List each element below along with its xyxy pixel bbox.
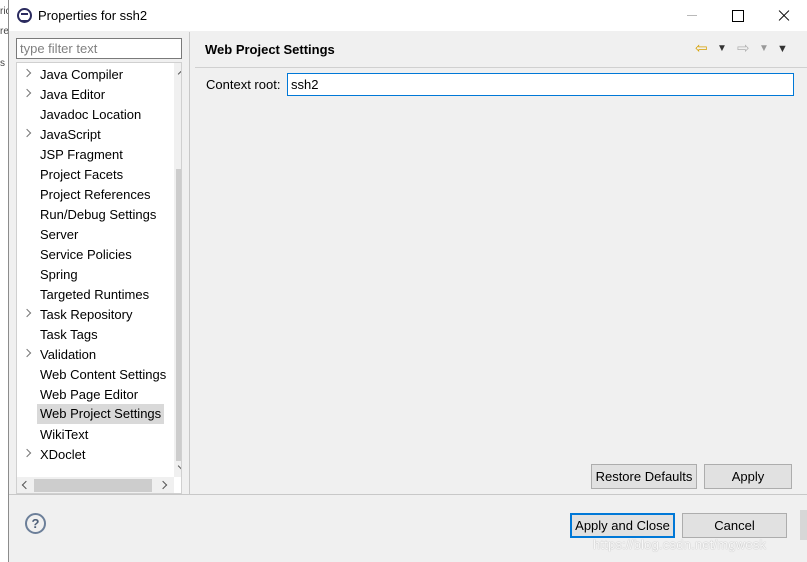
tree-item-label: Validation: [40, 347, 97, 362]
context-root-input[interactable]: [287, 73, 794, 96]
page-title: Web Project Settings: [205, 42, 335, 57]
maximize-button[interactable]: [715, 0, 761, 31]
scroll-down-icon[interactable]: [177, 461, 181, 471]
tree-item-label: WikiText: [40, 427, 89, 442]
expand-chevron-icon[interactable]: [22, 68, 32, 78]
properties-dialog: Properties for ssh2 Java Compiler Java Ed…: [8, 0, 807, 562]
window-edge-strip: [800, 510, 807, 540]
tree-item[interactable]: Service Policies: [17, 244, 175, 264]
tree-item-label: Task Tags: [40, 327, 98, 342]
tree-item-label: Web Page Editor: [40, 387, 139, 402]
background-window-edge: ric re s: [0, 0, 11, 562]
hscroll-thumb[interactable]: [34, 479, 152, 492]
close-button[interactable]: [761, 0, 807, 31]
filter-input[interactable]: [16, 38, 182, 59]
tree-item[interactable]: Server: [17, 224, 175, 244]
preference-tree: Java Compiler Java Editor Javadoc Location…: [16, 62, 182, 494]
tree-item-label: Service Policies: [40, 247, 132, 262]
tree-item[interactable]: JavaScript: [17, 124, 175, 144]
tree-item[interactable]: JSP Fragment: [17, 144, 175, 164]
forward-arrow-icon[interactable]: ⇨: [737, 40, 750, 58]
scroll-left-icon[interactable]: [21, 480, 31, 490]
tree-item-label: Spring: [40, 267, 78, 282]
tree-item-label: Server: [40, 227, 79, 242]
scroll-up-icon[interactable]: [177, 69, 181, 79]
expand-chevron-icon[interactable]: [22, 128, 32, 138]
tree-item-label: Task Repository: [40, 307, 133, 322]
window-title: Properties for ssh2: [38, 8, 148, 23]
tree-vertical-scrollbar[interactable]: [174, 63, 181, 477]
apply-button[interactable]: Apply: [704, 464, 792, 489]
tree-item-label: Project References: [40, 187, 151, 202]
expand-chevron-icon[interactable]: [22, 448, 32, 458]
title-bar[interactable]: Properties for ssh2: [9, 0, 807, 31]
tree-item[interactable]: Targeted Runtimes: [17, 284, 175, 304]
tree-item[interactable]: Web Project Settings: [17, 404, 175, 424]
back-dropdown-icon[interactable]: ▼: [717, 40, 727, 58]
tree-item-label: XDoclet: [40, 447, 86, 462]
page-nav-toolbar: ⇦ ▼ ⇨ ▼ ▼: [695, 40, 795, 58]
help-icon[interactable]: ?: [25, 513, 46, 534]
tree-item-label: Web Project Settings: [37, 404, 165, 424]
tree-item[interactable]: Run/Debug Settings: [17, 204, 175, 224]
tree-item[interactable]: Project Facets: [17, 164, 175, 184]
tree-item[interactable]: WikiText: [17, 424, 175, 444]
tree-item[interactable]: Project References: [17, 184, 175, 204]
tree-item-label: JSP Fragment: [40, 147, 123, 162]
view-menu-icon[interactable]: ▼: [777, 40, 788, 58]
tree-item[interactable]: Task Tags: [17, 324, 175, 344]
tree-item[interactable]: Task Repository: [17, 304, 175, 324]
cancel-button[interactable]: Cancel: [682, 513, 787, 538]
scroll-thumb[interactable]: [176, 169, 181, 461]
expand-chevron-icon[interactable]: [22, 308, 32, 318]
tree-item-label: Java Compiler: [40, 67, 124, 82]
tree-horizontal-scrollbar[interactable]: [17, 477, 174, 493]
watermark-text: https://blog.csdn.net/mgwesk: [593, 537, 767, 552]
scroll-right-icon[interactable]: [158, 480, 168, 490]
tree-item[interactable]: Validation: [17, 344, 175, 364]
tree-item[interactable]: Web Page Editor: [17, 384, 175, 404]
tree-item[interactable]: Java Editor: [17, 84, 175, 104]
restore-defaults-button[interactable]: Restore Defaults: [591, 464, 697, 489]
tree-item[interactable]: Javadoc Location: [17, 104, 175, 124]
tree-item-label: Project Facets: [40, 167, 124, 182]
tree-item-label: Web Content Settings: [40, 367, 167, 382]
splitter-sash[interactable]: [189, 32, 192, 494]
forward-dropdown-icon[interactable]: ▼: [759, 40, 769, 58]
tree-item-label: Targeted Runtimes: [40, 287, 150, 302]
expand-chevron-icon[interactable]: [22, 88, 32, 98]
back-arrow-icon[interactable]: ⇦: [695, 40, 708, 58]
tree-item[interactable]: XDoclet: [17, 444, 175, 464]
tree-item[interactable]: Web Content Settings: [17, 364, 175, 384]
tree-item-label: JavaScript: [40, 127, 101, 142]
tree-item[interactable]: Spring: [17, 264, 175, 284]
page-title-divider: [195, 67, 807, 68]
button-bar-divider: [9, 494, 807, 495]
eclipse-app-icon: [17, 8, 32, 23]
apply-and-close-button[interactable]: Apply and Close: [570, 513, 675, 538]
expand-chevron-icon[interactable]: [22, 348, 32, 358]
tree-item-label: Javadoc Location: [40, 107, 142, 122]
tree-item[interactable]: Java Compiler: [17, 64, 175, 84]
context-root-label: Context root:: [206, 77, 281, 92]
minimize-button[interactable]: [669, 0, 715, 31]
tree-item-label: Run/Debug Settings: [40, 207, 157, 222]
tree-item-label: Java Editor: [40, 87, 106, 102]
